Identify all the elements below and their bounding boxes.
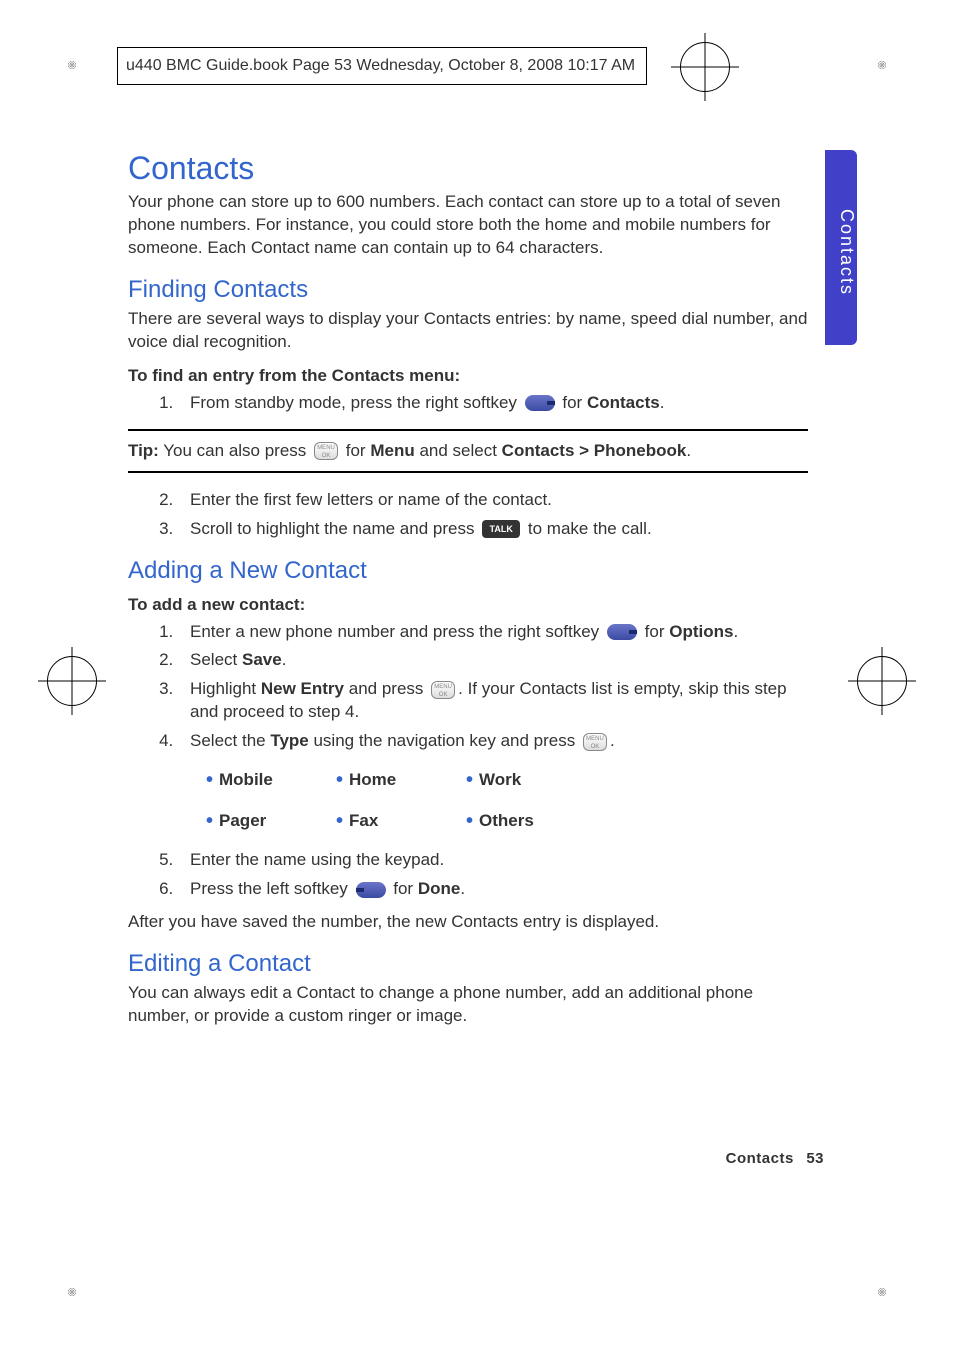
registration-mark-icon [857,656,907,706]
type-option: Home [336,769,466,792]
editing-intro: You can always edit a Contact to change … [128,982,808,1028]
crop-mark-icon [52,45,92,85]
page-title: Contacts [128,150,808,187]
section-heading-finding: Finding Contacts [128,276,808,304]
type-option: Work [466,769,596,792]
type-options-grid: Mobile Home Work Pager Fax Others [206,769,808,833]
crop-mark-icon [52,1272,92,1312]
list-item: Highlight New Entry and press MENUOK. If… [178,678,808,724]
section-heading-editing: Editing a Contact [128,950,808,978]
type-option: Others [466,810,596,833]
tip-block: Tip: You can also press MENUOK for Menu … [128,429,808,473]
list-item: Press the left softkey for Done. [178,878,808,901]
crop-mark-icon [862,45,902,85]
intro-paragraph: Your phone can store up to 600 numbers. … [128,191,808,260]
registration-mark-icon [680,42,730,92]
finding-subhead: To find an entry from the Contacts menu: [128,366,808,386]
list-item: Enter the first few letters or name of t… [178,489,808,512]
crop-mark-icon [862,1272,902,1312]
finding-intro: There are several ways to display your C… [128,308,808,354]
list-item: Select Save. [178,649,808,672]
right-softkey-icon [607,624,637,640]
talk-key-icon: TALK [482,520,520,538]
list-item: Enter a new phone number and press the r… [178,621,808,644]
list-item: Enter the name using the keypad. [178,849,808,872]
finding-steps: From standby mode, press the right softk… [178,392,808,415]
page-content: Contacts Your phone can store up to 600 … [128,150,808,1040]
registration-mark-icon [47,656,97,706]
adding-subhead: To add a new contact: [128,595,808,615]
page-footer: Contacts 53 [726,1150,824,1167]
section-tab: Contacts [825,150,857,345]
left-softkey-icon [356,882,386,898]
document-header: u440 BMC Guide.book Page 53 Wednesday, O… [117,47,647,85]
right-softkey-icon [525,395,555,411]
menu-ok-key-icon: MENUOK [314,442,338,460]
footer-section: Contacts [726,1150,794,1167]
type-option: Pager [206,810,336,833]
type-option: Fax [336,810,466,833]
finding-steps-cont: Enter the first few letters or name of t… [178,489,808,541]
adding-outro: After you have saved the number, the new… [128,911,808,934]
type-option: Mobile [206,769,336,792]
adding-steps: Enter a new phone number and press the r… [178,621,808,754]
list-item: Scroll to highlight the name and press T… [178,518,808,541]
adding-steps-cont: Enter the name using the keypad. Press t… [178,849,808,901]
footer-page-number: 53 [806,1150,824,1167]
list-item: Select the Type using the navigation key… [178,730,808,753]
menu-ok-key-icon: MENUOK [583,733,607,751]
list-item: From standby mode, press the right softk… [178,392,808,415]
menu-ok-key-icon: MENUOK [431,681,455,699]
section-heading-adding: Adding a New Contact [128,557,808,585]
